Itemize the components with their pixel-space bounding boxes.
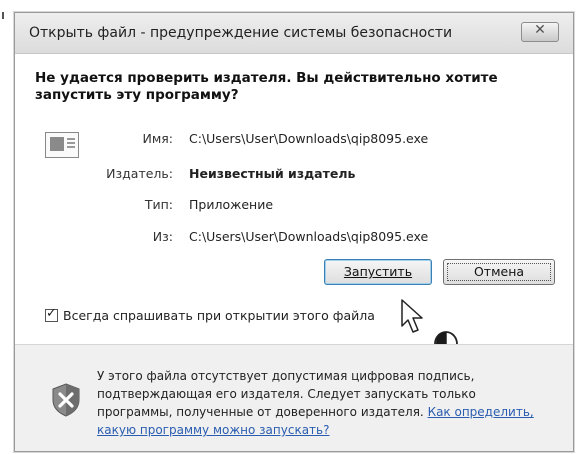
dialog-title: Открыть файл - предупреждение системы бе… — [29, 25, 453, 41]
dialog-content: Не удается проверить издателя. Вы действ… — [15, 54, 573, 369]
security-warning-dialog: Открыть файл - предупреждение системы бе… — [14, 12, 574, 452]
type-value: Приложение — [189, 197, 274, 212]
warning-heading: Не удается проверить издателя. Вы действ… — [35, 70, 498, 103]
run-button[interactable]: Запустить — [324, 259, 432, 285]
type-label: Тип: — [144, 197, 173, 212]
name-value: C:\Users\User\Downloads\qip8095.exe — [189, 131, 429, 146]
footer-text: У этого файла отсутствует допустимая циф… — [97, 369, 476, 419]
cancel-button-label: Отмена — [447, 263, 551, 281]
always-ask-checkbox[interactable] — [45, 306, 58, 322]
title-bar[interactable]: Открыть файл - предупреждение системы бе… — [15, 13, 573, 54]
footer-message: У этого файла отсутствует допустимая циф… — [97, 367, 547, 439]
close-icon: ✕ — [534, 22, 546, 38]
always-ask-label[interactable]: Всегда спрашивать при открытии этого фай… — [63, 308, 375, 323]
run-button-label: Запустить — [343, 264, 413, 279]
publisher-value: Неизвестный издатель — [189, 166, 356, 181]
cancel-button[interactable]: Отмена — [443, 259, 555, 285]
cursor-arrow-icon — [401, 299, 423, 333]
publisher-label: Издатель: — [106, 166, 173, 181]
from-value: C:\Users\User\Downloads\qip8095.exe — [189, 229, 429, 244]
screen-edge-mark — [2, 12, 4, 19]
shield-warning-icon — [52, 383, 80, 417]
close-button[interactable]: ✕ — [521, 22, 559, 42]
from-label: Из: — [152, 229, 173, 244]
name-label: Имя: — [142, 131, 173, 146]
footer-panel: У этого файла отсутствует допустимая циф… — [15, 344, 573, 451]
